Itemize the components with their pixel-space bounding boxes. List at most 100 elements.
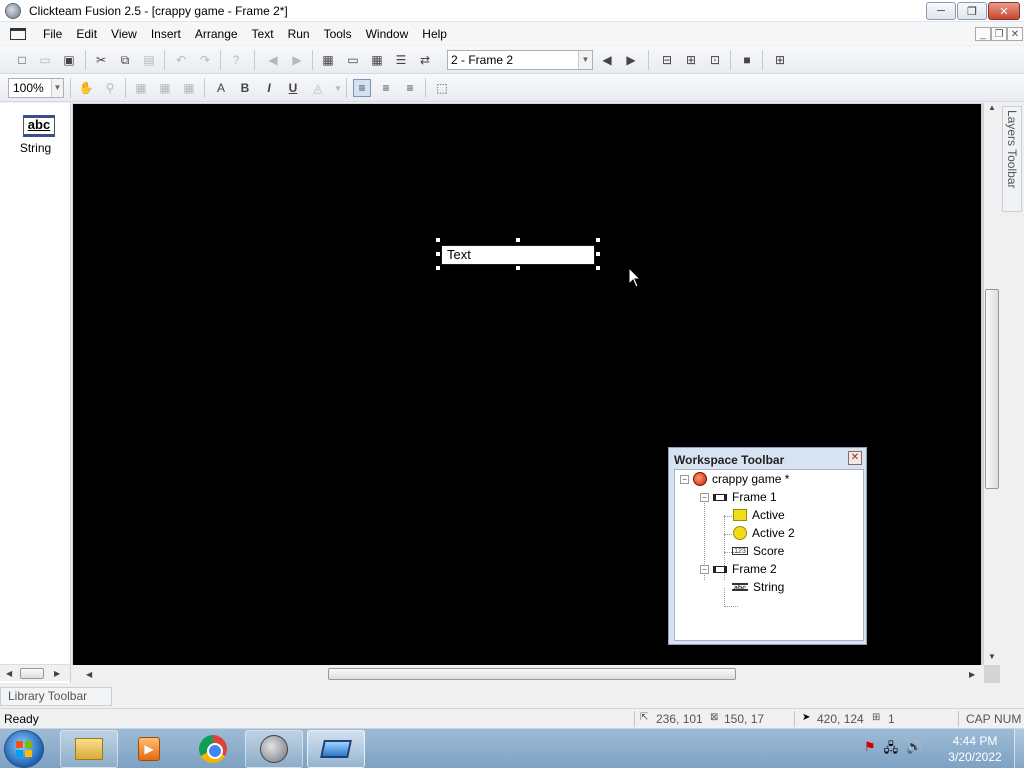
- maximize-button[interactable]: ❐: [957, 2, 987, 20]
- bold-button[interactable]: B: [236, 79, 254, 97]
- string-object-icon[interactable]: abc: [23, 115, 55, 137]
- menu-run[interactable]: Run: [281, 27, 317, 41]
- editor-horizontal-scrollbar[interactable]: ◀ ▶: [72, 665, 984, 683]
- save-icon[interactable]: ▣: [60, 51, 78, 69]
- mdi-close-button[interactable]: ✕: [1007, 27, 1023, 41]
- previous-frame-icon[interactable]: ◀: [598, 51, 616, 69]
- paste-icon[interactable]: ▤: [140, 51, 158, 69]
- library-horizontal-scrollbar[interactable]: ◀ ▶: [0, 664, 70, 681]
- frame-selector-dropdown[interactable]: 2 - Frame 2 ▼: [447, 50, 593, 70]
- resize-handle-top[interactable]: [515, 237, 521, 243]
- back-icon[interactable]: ◀: [264, 51, 282, 69]
- start-button[interactable]: [4, 730, 44, 768]
- open-folder-icon[interactable]: ▭: [36, 51, 54, 69]
- next-frame-icon[interactable]: ▶: [622, 51, 640, 69]
- chevron-down-icon[interactable]: ▼: [51, 79, 63, 97]
- resize-handle-bottom[interactable]: [515, 265, 521, 271]
- zoom-dropdown[interactable]: 100% ▼: [8, 78, 64, 98]
- run-application-icon[interactable]: ⊟: [658, 51, 676, 69]
- network-icon[interactable]: 🖧: [884, 739, 899, 761]
- scroll-right-icon[interactable]: ▶: [969, 670, 975, 679]
- help-icon[interactable]: ?: [227, 51, 245, 69]
- forward-icon[interactable]: ▶: [288, 51, 306, 69]
- tree-item-string[interactable]: abc String: [732, 578, 784, 596]
- align-center-icon[interactable]: ≡: [377, 79, 395, 97]
- menu-edit[interactable]: Edit: [69, 27, 104, 41]
- frame-editor-icon[interactable]: ▭: [344, 51, 362, 69]
- layers-toolbar-tab[interactable]: Layers Toolbar: [1002, 106, 1022, 212]
- grid-setup-icon[interactable]: ▦: [180, 79, 198, 97]
- italic-button[interactable]: I: [260, 79, 278, 97]
- copy-icon[interactable]: ⧉: [116, 51, 134, 69]
- resize-handle-top-right[interactable]: [595, 237, 601, 243]
- menu-insert[interactable]: Insert: [144, 27, 188, 41]
- clock[interactable]: 4:44 PM 3/20/2022: [940, 733, 1010, 765]
- menu-text[interactable]: Text: [245, 27, 281, 41]
- taskbar-media-player[interactable]: ▶: [120, 730, 178, 768]
- show-desktop-button[interactable]: [1014, 729, 1024, 768]
- snap-to-grid-icon[interactable]: ▦: [156, 79, 174, 97]
- event-list-editor-icon[interactable]: ☰: [392, 51, 410, 69]
- resize-handle-bottom-left[interactable]: [435, 265, 441, 271]
- redo-icon[interactable]: ↷: [196, 51, 214, 69]
- tree-item-game[interactable]: − crappy game *: [680, 470, 789, 488]
- scroll-left-icon[interactable]: ◀: [6, 669, 12, 678]
- mdi-restore-button[interactable]: ❐: [991, 27, 1007, 41]
- new-file-icon[interactable]: □: [13, 51, 31, 69]
- taskbar-explorer[interactable]: [60, 730, 118, 768]
- stop-icon[interactable]: ■: [738, 51, 756, 69]
- resize-handle-left[interactable]: [435, 251, 441, 257]
- show-grid-icon[interactable]: ▦: [132, 79, 150, 97]
- run-frame-icon[interactable]: ⊞: [682, 51, 700, 69]
- chevron-down-icon[interactable]: ▼: [578, 51, 592, 69]
- menu-file[interactable]: File: [36, 27, 69, 41]
- scroll-down-icon[interactable]: ▼: [988, 652, 996, 661]
- scroll-right-icon[interactable]: ▶: [54, 669, 60, 678]
- action-center-icon[interactable]: ⚑: [864, 739, 876, 761]
- collapse-icon[interactable]: −: [700, 564, 709, 574]
- menu-view[interactable]: View: [104, 27, 144, 41]
- taskbar-fusion[interactable]: [245, 730, 303, 768]
- data-elements-icon[interactable]: ⇄: [416, 51, 434, 69]
- close-button[interactable]: ✕: [988, 2, 1020, 20]
- fill-color-icon[interactable]: ◬: [309, 79, 327, 97]
- menu-tools[interactable]: Tools: [317, 27, 359, 41]
- underline-button[interactable]: U: [284, 79, 302, 97]
- document-menu-icon[interactable]: [10, 27, 26, 40]
- scroll-thumb[interactable]: [985, 289, 999, 489]
- scroll-left-icon[interactable]: ◀: [86, 670, 92, 679]
- volume-icon[interactable]: 🔊: [906, 739, 922, 761]
- scroll-up-icon[interactable]: ▲: [988, 103, 996, 112]
- tree-item-active[interactable]: Active: [733, 506, 785, 524]
- editor-vertical-scrollbar[interactable]: ▲ ▼: [984, 103, 1000, 665]
- scroll-thumb[interactable]: [20, 668, 44, 679]
- string-object[interactable]: Text: [441, 245, 595, 265]
- taskbar-chrome[interactable]: [184, 730, 242, 768]
- align-left-icon[interactable]: ≡: [353, 79, 371, 97]
- resize-handle-right[interactable]: [595, 251, 601, 257]
- undo-icon[interactable]: ↶: [172, 51, 190, 69]
- storyboard-editor-icon[interactable]: ▦: [319, 51, 337, 69]
- text-box-icon[interactable]: ⬚: [433, 79, 451, 97]
- taskbar-running-app[interactable]: [307, 730, 365, 768]
- hand-tool-icon[interactable]: ✋: [77, 79, 95, 97]
- cut-icon[interactable]: ✂: [92, 51, 110, 69]
- font-icon[interactable]: A: [212, 79, 230, 97]
- tree-item-frame2[interactable]: − Frame 2: [700, 560, 777, 578]
- library-item-label[interactable]: String: [0, 141, 71, 155]
- mdi-minimize-button[interactable]: _: [975, 27, 991, 41]
- minimize-button[interactable]: ─: [926, 2, 956, 20]
- resize-handle-bottom-right[interactable]: [595, 265, 601, 271]
- menu-help[interactable]: Help: [415, 27, 454, 41]
- menu-window[interactable]: Window: [359, 27, 416, 41]
- library-toolbar-tab[interactable]: Library Toolbar: [0, 687, 112, 706]
- tree-item-frame1[interactable]: − Frame 1: [700, 488, 777, 506]
- event-editor-icon[interactable]: ▦: [368, 51, 386, 69]
- align-right-icon[interactable]: ≡: [401, 79, 419, 97]
- collapse-icon[interactable]: −: [680, 474, 689, 484]
- scroll-thumb[interactable]: [328, 668, 736, 680]
- tree-item-active2[interactable]: Active 2: [733, 524, 795, 542]
- resize-handle-top-left[interactable]: [435, 237, 441, 243]
- run-exe-icon[interactable]: ⊡: [706, 51, 724, 69]
- build-icon[interactable]: ⊞: [771, 51, 789, 69]
